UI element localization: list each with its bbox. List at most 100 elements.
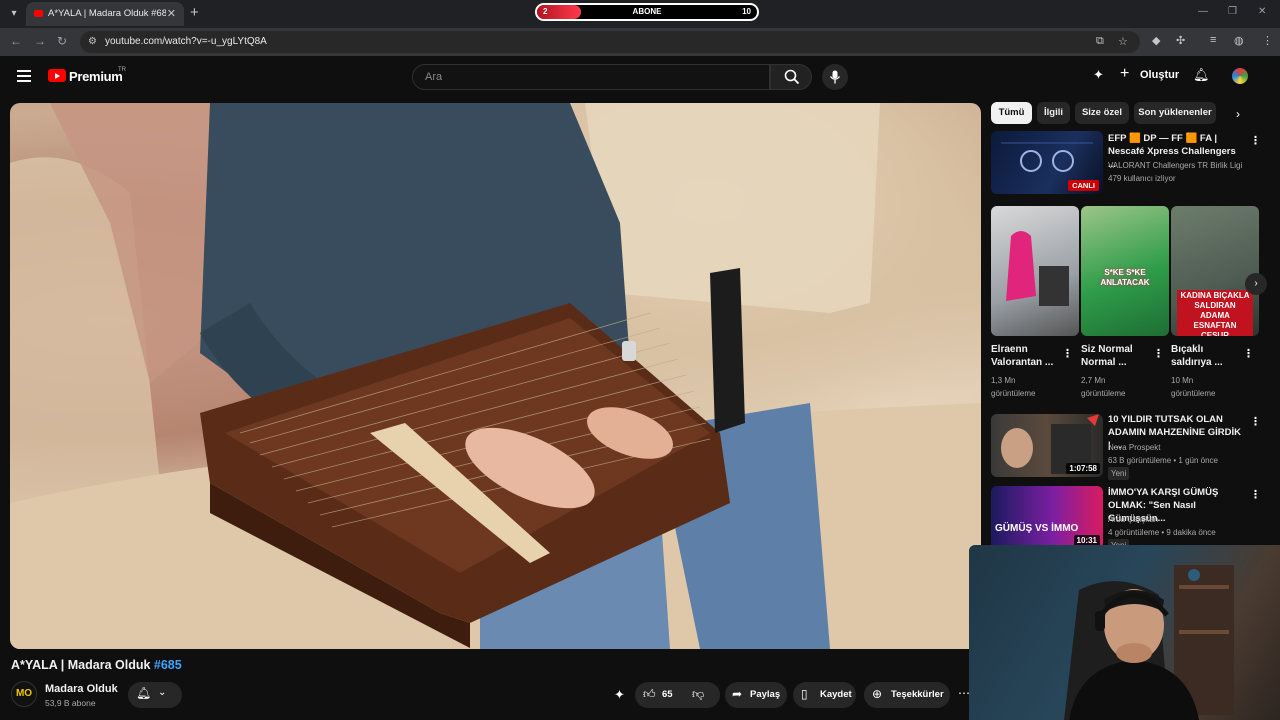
like-icon[interactable]: 👍︎ [643,687,656,702]
share-label: Paylaş [750,689,781,700]
bookmark-icon: ▯ [801,687,808,701]
chip-for-you[interactable]: Size özel [1075,102,1129,124]
more-options-icon[interactable]: ⋮ [1250,415,1261,428]
video-channel[interactable]: Nova Prospekt [1108,441,1160,454]
chip-related[interactable]: İlgili [1037,102,1070,124]
youtube-logo-icon[interactable] [48,69,66,82]
short-views: 10 Mn [1171,376,1194,385]
account-avatar[interactable] [1230,66,1250,86]
extension-icon[interactable]: ◆ [1152,34,1160,47]
video-thumbnail[interactable]: GÜMÜŞ VS İMMO 10:31 [991,486,1103,549]
webcam-frame [1064,565,1234,720]
channel-avatar-logo: MO [15,688,33,699]
browser-tab[interactable]: A*YALA | Madara Olduk #685 - ✕ [26,2,184,26]
profile-extension-icon[interactable]: ◍ [1234,34,1244,47]
dislike-icon[interactable]: 👎︎ [692,687,704,702]
chevron-down-icon: ⌄ [158,687,167,698]
notifications-bell-icon[interactable]: 🔔︎ [1193,67,1210,83]
subscriber-goal-bar: 2 ABONE 10 [535,3,759,21]
thanks-button[interactable]: ⊕ Teşekkürler [864,682,950,708]
extensions-puzzle-icon[interactable]: ✣ [1176,34,1185,47]
video-meta: 4 görüntüleme • 9 dakika önce [1108,528,1216,537]
video-frame-qanun-performance [10,103,981,649]
tab-close-icon[interactable]: ✕ [167,7,176,20]
address-bar-row: ← → ↻ ⚙ youtube.com/watch?v=-u_ygLYtQ8A … [0,28,1280,56]
address-bar[interactable]: ⚙ youtube.com/watch?v=-u_ygLYtQ8A ⧉ ☆ [80,31,1140,53]
more-options-icon[interactable]: ⋮ [1250,488,1261,501]
more-options-icon[interactable]: ⋮ [1062,347,1073,360]
video-thumbnail[interactable]: 1:07:58 [991,414,1103,477]
back-icon[interactable]: ← [10,34,22,48]
short-views: 1,3 Mn [991,376,1016,385]
live-video-channel[interactable]: VALORANT Challengers TR Birlik Ligi [1108,159,1242,172]
live-video-thumbnail[interactable]: CANLI [991,131,1103,194]
video-hashtag[interactable]: #685 [154,658,182,672]
site-info-icon[interactable]: ⚙ [88,36,97,47]
url-text[interactable]: youtube.com/watch?v=-u_ygLYtQ8A [105,36,267,47]
gemini-ask-icon[interactable]: ✦ [614,687,625,703]
short-caption: KADINA BIÇAKLA SALDIRAN ADAMA ESNAFTAN C… [1177,290,1253,336]
video-duration: 1:07:58 [1066,463,1100,474]
youtube-brand[interactable]: Premium [69,69,123,84]
thanks-label: Teşekkürler [891,689,944,700]
like-count[interactable]: 65 [662,689,673,700]
short-thumbnail[interactable]: S*KE S*KE ANLATACAK [1081,206,1169,336]
chip-recently-uploaded[interactable]: Son yüklenenler [1134,102,1216,124]
search-placeholder: Ara [425,71,443,83]
tab-search-menu-icon[interactable]: ▾ [6,6,22,22]
more-options-icon[interactable]: ⋮ [1153,347,1164,360]
search-button[interactable] [770,64,812,90]
short-title[interactable]: Bıçaklı saldırıya ... [1171,343,1237,369]
window-close-icon[interactable]: ✕ [1258,6,1266,17]
forward-icon[interactable]: → [34,34,46,48]
install-app-icon[interactable]: ⧉ [1096,35,1104,48]
share-button[interactable]: ➦ Paylaş [725,682,787,708]
more-options-icon[interactable]: ⋮ [1243,347,1254,360]
live-video-viewers: 479 kullanıcı izliyor [1108,174,1176,183]
short-views-label: görüntüleme [1081,389,1126,398]
video-player[interactable] [10,103,981,649]
short-views: 2,7 Mn [1081,376,1106,385]
video-title-text: A*YALA | Madara Olduk [11,658,151,672]
video-channel[interactable]: Arda Çalışkan [1108,513,1158,526]
short-thumbnail[interactable] [991,206,1079,336]
new-badge: Yeni [1108,467,1130,480]
live-badge: CANLI [1068,180,1099,191]
short-thumbnail[interactable]: KADINA BIÇAKLA SALDIRAN ADAMA ESNAFTAN C… [1171,206,1259,336]
channel-subscribers: 53,9 B abone [45,698,96,708]
bookmark-star-icon[interactable]: ☆ [1118,35,1128,48]
browser-menu-icon[interactable]: ⋮ [1262,34,1273,47]
like-dislike-group: 👍︎ 65 👎︎ [635,682,720,708]
super-thanks-icon: ⊕ [872,687,883,701]
chip-all[interactable]: Tümü [991,102,1032,124]
share-icon: ➦ [732,687,743,701]
reload-icon[interactable]: ↻ [57,34,67,48]
minimize-icon[interactable]: — [1198,6,1208,17]
save-button[interactable]: ▯ Kaydet [793,682,856,708]
chevron-right-icon[interactable]: › [1236,107,1240,121]
channel-name[interactable]: Madara Olduk [45,683,118,695]
channel-avatar[interactable]: MO [11,681,37,707]
more-options-icon[interactable]: ⋮ [1250,134,1261,147]
gemini-sparkle-icon[interactable]: ✦ [1093,67,1104,83]
short-title[interactable]: Siz Normal Normal ... [1081,343,1147,369]
short-title[interactable]: Elraenn Valorantan ... [991,343,1057,369]
subscription-bell-button[interactable]: 🔔︎ ⌄ [128,682,182,708]
voice-search-button[interactable] [822,64,848,90]
tab-title: A*YALA | Madara Olduk #685 - [48,8,166,19]
microphone-icon [829,70,841,84]
subscriber-goal-label: ABONE [632,7,662,16]
search-input[interactable]: Ara [412,64,770,90]
short-caption: S*KE S*KE ANLATACAK [1100,268,1150,287]
menu-icon[interactable] [17,70,31,82]
streamer-webcam-overlay [969,545,1280,720]
reading-list-icon[interactable]: ≡ [1210,34,1216,46]
create-label: Oluştur [1140,69,1180,81]
short-thumbnail-art [1006,231,1069,306]
maximize-icon[interactable]: ❐ [1228,6,1237,17]
shelf-next-icon[interactable]: › [1245,273,1267,295]
new-tab-icon[interactable]: + [190,4,199,21]
youtube-favicon-icon [34,10,43,17]
video-thumbnail-text: GÜMÜŞ VS İMMO [995,523,1079,534]
youtube-header: Premium TR Ara ✦ + Oluştur 🔔︎ [0,56,1280,98]
